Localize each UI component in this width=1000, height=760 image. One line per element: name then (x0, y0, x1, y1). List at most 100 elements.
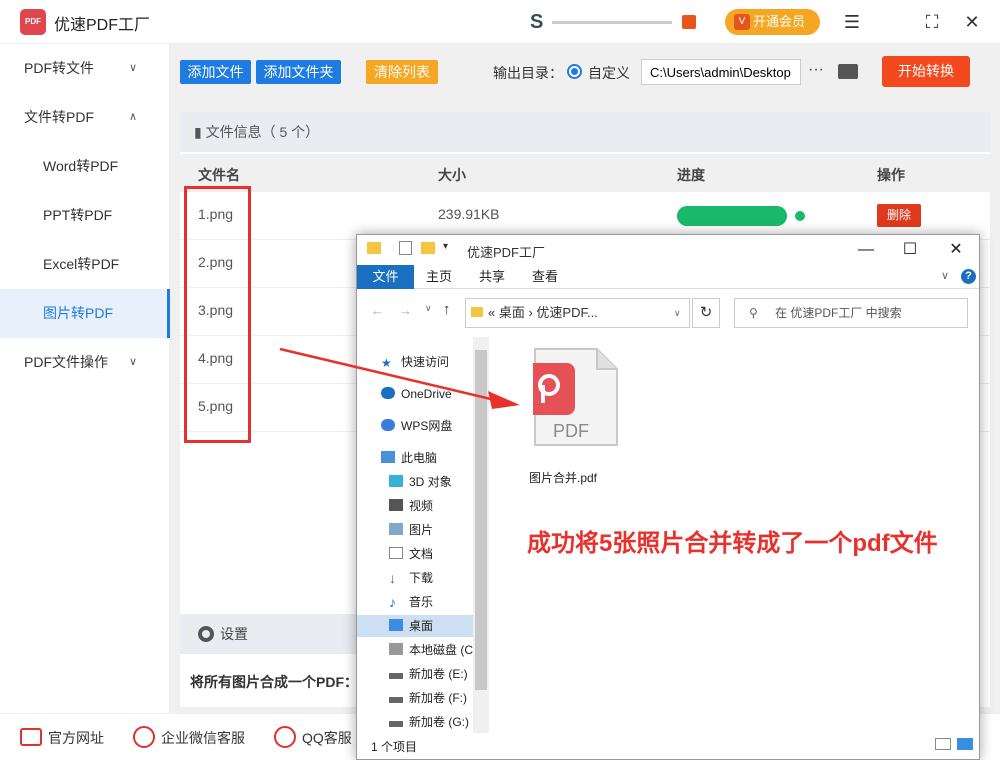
clear-list-button[interactable]: 清除列表 (366, 60, 438, 84)
nav-3d[interactable]: 3D 对象 (389, 471, 452, 493)
sidebar-item-image[interactable]: 图片转PDF (0, 289, 170, 338)
annotation-text: 成功将5张照片合并转成了一个pdf文件 (527, 530, 938, 557)
file-size: 239.91KB (438, 206, 500, 222)
file-icon: ▮ (194, 124, 206, 140)
app-logo: PDF (20, 9, 46, 35)
pdf-label: PDF (553, 421, 589, 441)
monitor-icon (381, 451, 395, 463)
tab-home[interactable]: 主页 (419, 265, 459, 289)
output-dir-label: 输出目录： (493, 65, 563, 81)
nav-drive-e[interactable]: 新加卷 (E:) (389, 663, 468, 685)
document-icon (389, 547, 403, 559)
footer-qq[interactable]: QQ客服 (302, 728, 352, 748)
col-name: 文件名 (198, 167, 240, 183)
chevron-down-icon[interactable]: ∨ (674, 299, 681, 327)
sidebar-item-file-to-pdf[interactable]: 文件转PDF ∧ (0, 93, 170, 142)
music-icon: ♪ (389, 594, 396, 610)
title-bar: PDF 优速PDF工厂 S V 开通会员 ☰ ⛶ ✕ (0, 0, 1000, 44)
vip-icon: V (734, 14, 750, 30)
pdf-file-icon[interactable]: PDF (523, 347, 619, 447)
menu-icon[interactable]: ☰ (840, 10, 864, 34)
sidebar: PDF转文件 ∨ 文件转PDF ∧ Word转PDF PPT转PDF Excel转P… (0, 44, 170, 713)
close-icon[interactable]: ✕ (941, 239, 971, 261)
tab-share[interactable]: 共享 (472, 265, 512, 289)
app-title: 优速PDF工厂 (54, 17, 151, 34)
table-header: 文件名 大小 进度 操作 (180, 154, 990, 192)
more-icon[interactable]: ··· (808, 61, 824, 79)
table-row: 1.png 239.91KB 删除 (180, 192, 990, 240)
start-convert-button[interactable]: 开始转换 (882, 56, 970, 87)
drive-icon (389, 721, 403, 727)
pdf-file-name[interactable]: 图片合并.pdf (529, 469, 597, 486)
explorer-titlebar: ▾ 优速PDF工厂 — ☐ ✕ (357, 235, 979, 265)
sidebar-item-pdf-to-file[interactable]: PDF转文件 ∨ (0, 44, 170, 93)
nav-video[interactable]: 视频 (389, 495, 433, 517)
add-folder-button[interactable]: 添加文件夹 (256, 60, 341, 84)
back-icon[interactable]: ← (371, 303, 384, 318)
add-file-button[interactable]: 添加文件 (180, 60, 251, 84)
nav-wps[interactable]: WPS网盘 (381, 415, 452, 437)
close-icon[interactable]: ✕ (960, 10, 984, 34)
nav-downloads[interactable]: ↓ 下载 (389, 567, 433, 589)
nav-drive-f[interactable]: 新加卷 (F:) (389, 687, 467, 709)
maximize-icon[interactable]: ⛶ (920, 10, 944, 34)
sidebar-item-pdf-ops[interactable]: PDF文件操作 ∨ (0, 338, 170, 387)
sidebar-item-label: 图片转PDF (43, 305, 113, 321)
sidebar-item-label: 文件转PDF (24, 109, 94, 125)
forward-icon[interactable]: → (399, 303, 412, 318)
cloud-icon (381, 419, 395, 431)
drive-icon (389, 673, 403, 679)
tab-view[interactable]: 查看 (525, 265, 565, 289)
recent-dropdown-icon[interactable]: ∨ (425, 303, 432, 314)
panel-title: ▮ 文件信息（ 5 个） (180, 112, 990, 152)
dropdown-icon[interactable]: ▾ (443, 241, 448, 252)
vip-button[interactable]: V 开通会员 (725, 9, 820, 35)
properties-icon[interactable] (399, 241, 412, 255)
nav-docs[interactable]: 文档 (389, 543, 433, 565)
nav-desktop[interactable]: 桌面 (357, 615, 473, 637)
minimize-icon[interactable]: — (851, 239, 881, 261)
sidebar-item-label: Word转PDF (43, 158, 119, 174)
footer-wechat[interactable]: 企业微信客服 (161, 728, 245, 748)
help-icon[interactable]: ? (961, 269, 976, 284)
delete-button[interactable]: 删除 (877, 204, 921, 227)
footer-website[interactable]: 官方网址 (48, 728, 104, 748)
nav-drive-g[interactable]: 新加卷 (G:) (389, 711, 469, 733)
gear-icon (198, 626, 214, 642)
custom-radio-label: 自定义 (588, 65, 630, 81)
settings-bar[interactable]: 设置 (180, 614, 360, 654)
maximize-icon[interactable]: ☐ (895, 239, 925, 261)
sidebar-item-excel[interactable]: Excel转PDF (0, 240, 170, 289)
nav-drive-c[interactable]: 本地磁盘 (C (389, 639, 473, 661)
explorer-window: ▾ 优速PDF工厂 — ☐ ✕ 文件 主页 共享 查看 ∨ ? ← → ∨ ↑ … (356, 234, 980, 760)
nav-music[interactable]: ♪ 音乐 (389, 591, 433, 613)
new-folder-icon[interactable] (421, 242, 435, 254)
check-icon (795, 211, 805, 221)
details-view-icon[interactable] (935, 738, 951, 750)
nav-this-pc[interactable]: 此电脑 (381, 447, 437, 469)
chevron-down-icon[interactable]: ∨ (941, 269, 949, 282)
sidebar-item-word[interactable]: Word转PDF (0, 142, 170, 191)
address-row: ← → ∨ ↑ « 桌面 › 优速PDF... ∨ ↻ ⚲ 在 优速PDF工厂 中搜… (357, 289, 979, 335)
output-path-input[interactable] (641, 59, 801, 85)
download-icon: ↓ (389, 570, 396, 586)
svg-text:S: S (530, 13, 543, 31)
up-icon[interactable]: ↑ (443, 301, 451, 318)
chevron-down-icon: ∨ (128, 356, 137, 368)
nav-pictures[interactable]: 图片 (389, 519, 433, 541)
refresh-button[interactable]: ↻ (692, 298, 720, 328)
search-input[interactable]: ⚲ 在 优速PDF工厂 中搜索 (734, 298, 968, 328)
tab-file[interactable]: 文件 (357, 265, 414, 289)
desktop-icon (389, 619, 403, 631)
sidebar-item-ppt[interactable]: PPT转PDF (0, 191, 170, 240)
wechat-icon (133, 726, 155, 748)
large-icons-view-icon[interactable] (957, 738, 973, 750)
sidebar-item-label: PDF文件操作 (24, 354, 108, 370)
address-bar[interactable]: « 桌面 › 优速PDF... ∨ (465, 298, 690, 328)
chevron-up-icon: ∧ (128, 111, 137, 123)
folder-icon[interactable] (838, 64, 858, 79)
ribbon-tabs: 文件 主页 共享 查看 ∨ ? (357, 265, 979, 289)
col-action: 操作 (877, 167, 905, 183)
custom-radio[interactable] (567, 64, 582, 79)
qq-icon (274, 726, 296, 748)
